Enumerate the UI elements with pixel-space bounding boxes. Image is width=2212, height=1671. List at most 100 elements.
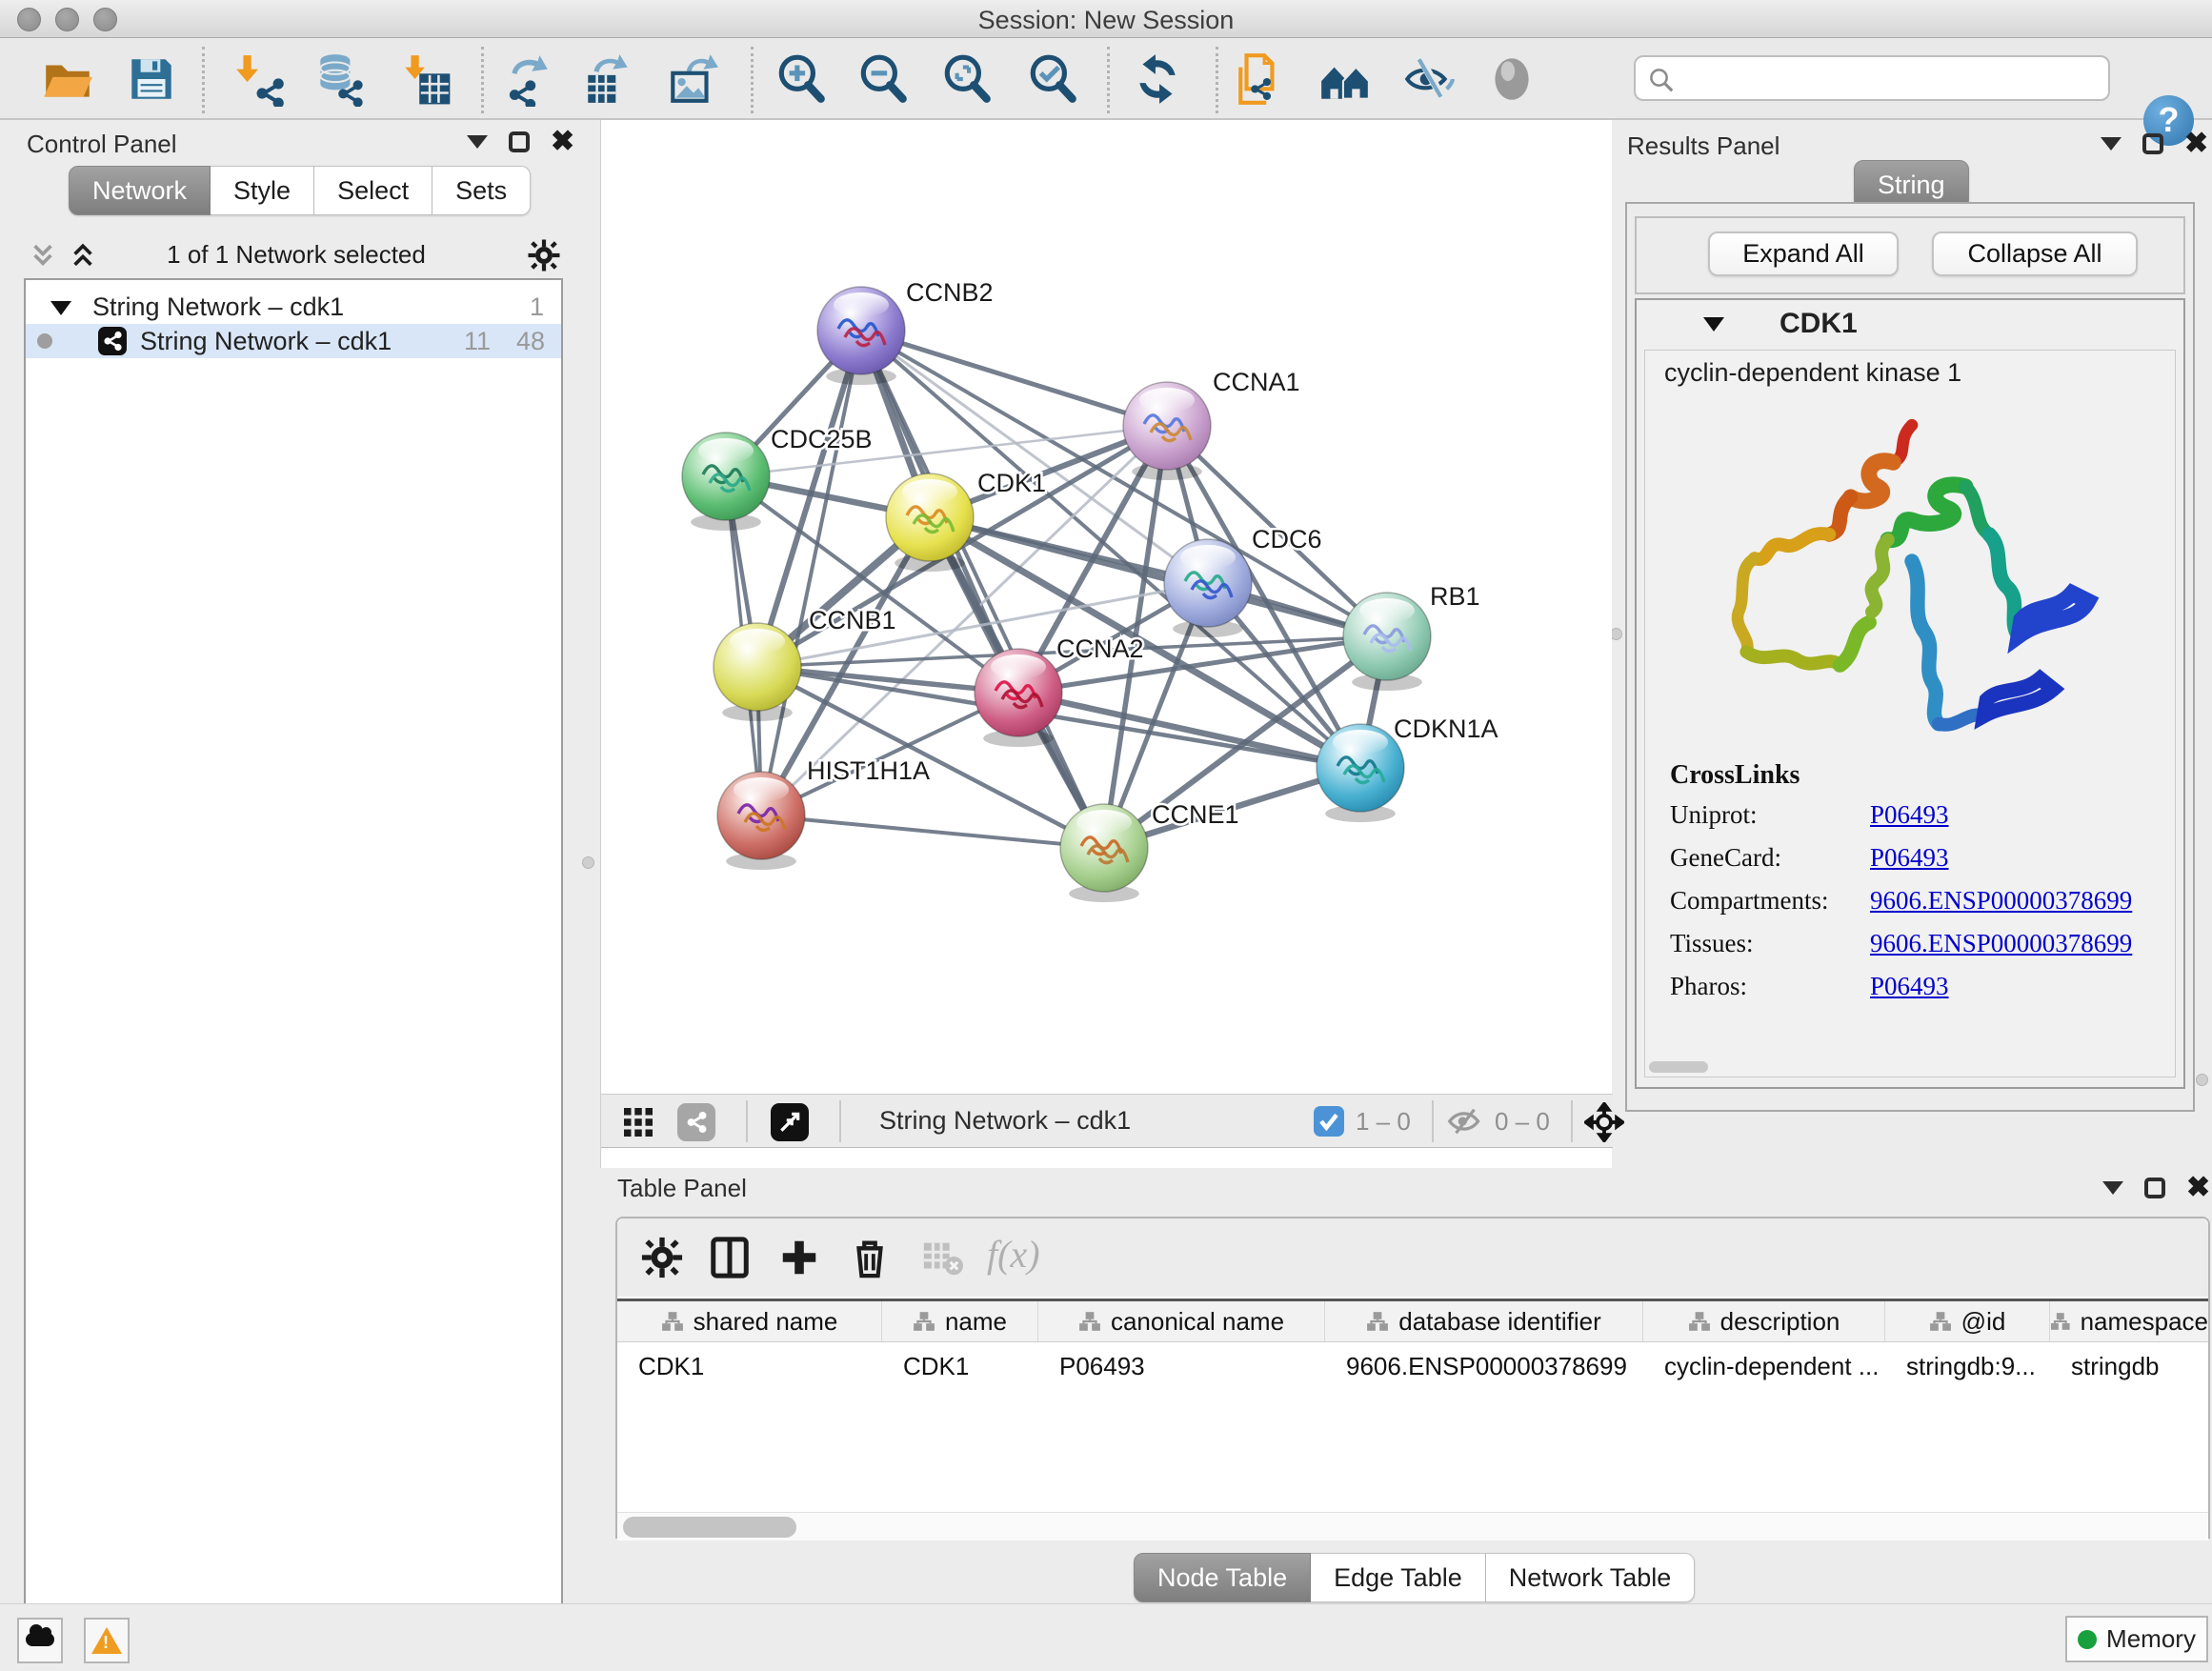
edge-CCNB2-HIST1H1A[interactable] bbox=[761, 331, 861, 815]
search-field bbox=[1634, 55, 2110, 101]
show-columns-button[interactable] bbox=[708, 1236, 752, 1279]
zoom-fit-icon bbox=[939, 51, 995, 107]
float-panel-button[interactable] bbox=[2144, 1178, 2165, 1198]
save-session-button[interactable] bbox=[124, 51, 179, 107]
show-graphics-button[interactable] bbox=[1484, 51, 1539, 107]
column-header-database-identifier[interactable]: database identifier bbox=[1325, 1301, 1643, 1341]
eye-slash-icon bbox=[1401, 51, 1457, 107]
column-type-icon bbox=[661, 1310, 684, 1333]
automation-cloud-button[interactable] bbox=[17, 1618, 63, 1663]
selected-checkbox[interactable] bbox=[1314, 1106, 1344, 1137]
edge-CCNB2-CCNA1[interactable] bbox=[861, 331, 1167, 426]
clone-network-button[interactable] bbox=[1233, 51, 1288, 107]
close-panel-button[interactable]: ✖ bbox=[2186, 1178, 2210, 1198]
node-RB1[interactable]: RB1 bbox=[1343, 582, 1480, 691]
panel-menu-button[interactable] bbox=[2101, 137, 2122, 151]
crosslink-link[interactable]: 9606.ENSP00000378699 bbox=[1870, 886, 2132, 916]
cloud-icon bbox=[26, 1633, 54, 1646]
float-panel-button[interactable] bbox=[509, 131, 530, 152]
results-scrollbar-thumb[interactable] bbox=[1649, 1061, 1708, 1073]
gene-header-row[interactable]: CDK1 bbox=[1637, 300, 2183, 348]
network-row-selected[interactable]: String Network – cdk1 11 48 bbox=[26, 324, 561, 358]
search-input[interactable] bbox=[1685, 61, 2095, 95]
crosslink-row: Pharos:P06493 bbox=[1670, 972, 2132, 1001]
zoom-in-button[interactable] bbox=[774, 51, 829, 107]
node-CDKN1A[interactable]: CDKN1A bbox=[1317, 715, 1498, 822]
column-header-canonical-name[interactable]: canonical name bbox=[1038, 1301, 1325, 1341]
zoom-selected-icon bbox=[1025, 51, 1080, 107]
export-network-button[interactable] bbox=[498, 51, 553, 107]
crosslink-link[interactable]: 9606.ENSP00000378699 bbox=[1870, 929, 2132, 958]
fit-selected-crosshair-icon[interactable] bbox=[1584, 1102, 1624, 1142]
export-table-button[interactable] bbox=[580, 51, 635, 107]
column-header-namespace[interactable]: namespace bbox=[2050, 1301, 2208, 1341]
memory-button[interactable]: Memory bbox=[2065, 1616, 2208, 1662]
table-panel-tabs: Node TableEdge TableNetwork Table bbox=[1134, 1553, 1695, 1602]
expand-all-button[interactable]: Expand All bbox=[1708, 232, 1899, 276]
panel-menu-button[interactable] bbox=[2102, 1181, 2123, 1195]
crosslink-link[interactable]: P06493 bbox=[1870, 800, 1949, 830]
tab-network-table[interactable]: Network Table bbox=[1486, 1553, 1696, 1602]
import-network-button[interactable] bbox=[231, 51, 287, 107]
crosslink-link[interactable]: P06493 bbox=[1870, 972, 1949, 1001]
network-canvas[interactable]: CCNB2CCNA1CDC25BCDK1CDC6RB1CCNB1CCNA2CDK… bbox=[601, 120, 1611, 1094]
network-collection-row[interactable]: String Network – cdk1 1 bbox=[26, 290, 561, 324]
table-cell: 9606.ENSP00000378699 bbox=[1325, 1342, 1643, 1392]
column-header-name[interactable]: name bbox=[882, 1301, 1038, 1341]
float-panel-button[interactable] bbox=[2142, 133, 2163, 154]
network-list: String Network – cdk1 1 String Network –… bbox=[24, 278, 563, 1671]
column-header-@id[interactable]: @id bbox=[1885, 1301, 2050, 1341]
hide-panel-button[interactable] bbox=[1401, 51, 1457, 107]
collection-count: 1 bbox=[530, 290, 544, 324]
node-label-CCNA1: CCNA1 bbox=[1213, 368, 1300, 396]
column-header-description[interactable]: description bbox=[1643, 1301, 1885, 1341]
import-database-button[interactable] bbox=[312, 51, 367, 107]
grid-view-icon[interactable] bbox=[620, 1105, 656, 1139]
warnings-button[interactable] bbox=[84, 1618, 130, 1663]
hidden-node-edge-count: 0 – 0 bbox=[1495, 1107, 1550, 1137]
add-column-button[interactable] bbox=[777, 1236, 821, 1279]
zoom-fit-button[interactable] bbox=[939, 51, 995, 107]
delete-table-button-disabled[interactable] bbox=[920, 1236, 964, 1279]
import-table-button[interactable] bbox=[399, 51, 454, 107]
export-image-button[interactable] bbox=[665, 51, 720, 107]
table-settings-button[interactable] bbox=[640, 1236, 684, 1279]
memory-label: Memory bbox=[2106, 1624, 2196, 1654]
table-row[interactable]: CDK1CDK1P064939606.ENSP00000378699cyclin… bbox=[617, 1342, 2208, 1392]
tab-edge-table[interactable]: Edge Table bbox=[1311, 1553, 1486, 1602]
collection-disclosure-triangle[interactable] bbox=[50, 301, 71, 315]
toolbar-separator bbox=[1432, 1100, 1434, 1142]
collapse-all-button[interactable]: Collapse All bbox=[1932, 232, 2138, 276]
open-folder-icon bbox=[40, 51, 95, 107]
close-panel-button[interactable]: ✖ bbox=[551, 131, 574, 152]
column-header-shared-name[interactable]: shared name bbox=[617, 1301, 882, 1341]
close-panel-button[interactable]: ✖ bbox=[2184, 133, 2208, 154]
gear-icon[interactable] bbox=[527, 238, 561, 272]
tab-select[interactable]: Select bbox=[314, 166, 432, 215]
panel-menu-button[interactable] bbox=[467, 135, 488, 149]
node-label-CCNA2: CCNA2 bbox=[1056, 634, 1144, 663]
node-HIST1H1A[interactable]: HIST1H1A bbox=[717, 756, 930, 870]
function-builder-button-disabled[interactable]: f(x) bbox=[987, 1232, 1040, 1277]
gene-disclosure-triangle[interactable] bbox=[1703, 317, 1724, 332]
network-overview-button[interactable] bbox=[1317, 51, 1373, 107]
zoom-selected-button[interactable] bbox=[1025, 51, 1080, 107]
open-session-button[interactable] bbox=[40, 51, 95, 107]
table-cell: P06493 bbox=[1038, 1342, 1325, 1392]
open-in-window-button[interactable] bbox=[771, 1103, 809, 1141]
tab-sets[interactable]: Sets bbox=[432, 166, 531, 215]
splitter-handle[interactable] bbox=[582, 856, 594, 869]
hidden-eye-slash-icon[interactable] bbox=[1447, 1106, 1483, 1137]
table-horizontal-scrollbar[interactable] bbox=[617, 1512, 2208, 1540]
zoom-out-button[interactable] bbox=[855, 51, 911, 107]
node-CCNA1[interactable]: CCNA1 bbox=[1123, 368, 1300, 480]
crosslink-link[interactable]: P06493 bbox=[1870, 843, 1949, 873]
tab-style[interactable]: Style bbox=[211, 166, 314, 215]
network-share-view-button[interactable] bbox=[677, 1103, 715, 1141]
refresh-button[interactable] bbox=[1130, 51, 1185, 107]
scrollbar-thumb[interactable] bbox=[623, 1517, 796, 1538]
tab-node-table[interactable]: Node Table bbox=[1134, 1553, 1311, 1602]
tab-network[interactable]: Network bbox=[69, 166, 211, 215]
node-CDC6[interactable]: CDC6 bbox=[1164, 525, 1322, 637]
delete-column-button[interactable] bbox=[848, 1236, 892, 1279]
